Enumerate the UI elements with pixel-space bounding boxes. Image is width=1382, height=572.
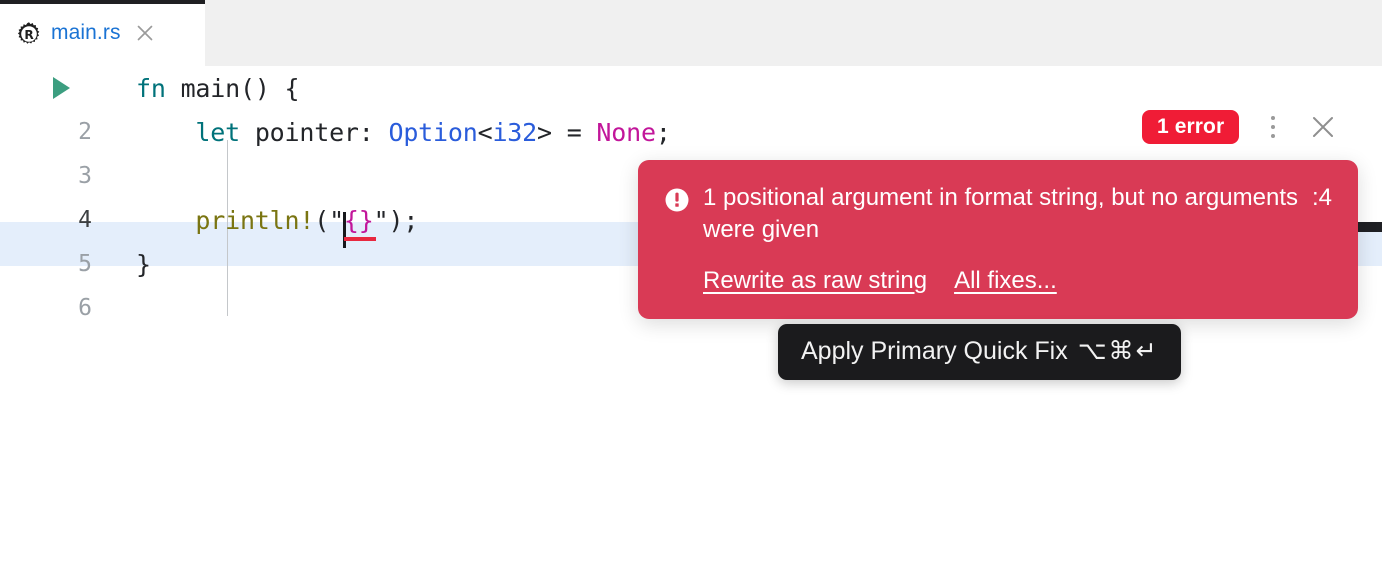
close-icon[interactable]	[134, 22, 156, 44]
tab-bar: R main.rs	[0, 0, 1382, 66]
token-keyword: let	[195, 117, 255, 147]
svg-text:R: R	[24, 28, 34, 42]
tab-label: main.rs	[51, 21, 121, 44]
code-text-line-1[interactable]: fn main() {	[92, 74, 1382, 103]
error-tooltip-popup[interactable]: 1 positional argument in format string, …	[638, 160, 1358, 319]
run-arrow-icon[interactable]	[53, 77, 70, 99]
error-exclamation-icon	[665, 188, 689, 212]
tooltip-shortcut: ⌥⌘↵	[1077, 336, 1159, 365]
token-punct: () {	[239, 73, 300, 103]
dot	[1271, 134, 1276, 138]
error-message-text: 1 positional argument in format string, …	[703, 184, 1298, 243]
gutter-line-2[interactable]: 2	[0, 119, 92, 145]
editor-tab-main-rs[interactable]: R main.rs	[0, 0, 205, 66]
gutter-line-4[interactable]: 4	[0, 207, 92, 233]
dot	[1271, 125, 1276, 129]
token-punct: > =	[537, 117, 597, 147]
error-count-badge[interactable]: 1 error	[1142, 110, 1240, 144]
more-vertical-icon[interactable]	[1253, 107, 1293, 147]
error-action-links: Rewrite as raw string All fixes...	[664, 267, 1332, 295]
token-type-option: Option	[388, 117, 478, 147]
all-fixes-link[interactable]: All fixes...	[954, 267, 1057, 295]
gutter-line-5[interactable]: 5	[0, 251, 92, 277]
token-punct: ;	[655, 117, 671, 147]
token-variable: pointer:	[254, 117, 389, 147]
token-fn-name: main	[180, 73, 241, 103]
close-icon[interactable]	[1303, 107, 1343, 147]
token-keyword: fn	[136, 73, 181, 103]
token-type-i32: i32	[492, 117, 538, 147]
rewrite-as-raw-string-link[interactable]: Rewrite as raw string	[703, 267, 927, 295]
error-location-label: :4	[1311, 184, 1332, 211]
token-macro-println: println!	[195, 205, 315, 235]
token-format-placeholder-error: {}	[343, 205, 374, 235]
token-punct: <	[477, 117, 493, 147]
gutter-line-3[interactable]: 3	[0, 163, 92, 189]
token-string-open: ("	[314, 205, 344, 235]
dot	[1271, 116, 1276, 120]
quick-fix-tooltip: Apply Primary Quick Fix ⌥⌘↵	[778, 324, 1182, 380]
error-message-row: 1 positional argument in format string, …	[664, 182, 1332, 246]
inspection-toolbar: 1 error	[1142, 107, 1343, 147]
gutter-line-6[interactable]: 6	[0, 295, 92, 321]
rust-file-icon: R	[17, 21, 40, 44]
token-string-close: ");	[373, 205, 419, 235]
tab-active-indicator	[0, 0, 205, 4]
tooltip-label: Apply Primary Quick Fix	[801, 337, 1068, 365]
code-line[interactable]: fn main() {	[0, 66, 1382, 110]
token-punct: }	[136, 249, 151, 279]
token-literal-none: None	[596, 117, 656, 147]
